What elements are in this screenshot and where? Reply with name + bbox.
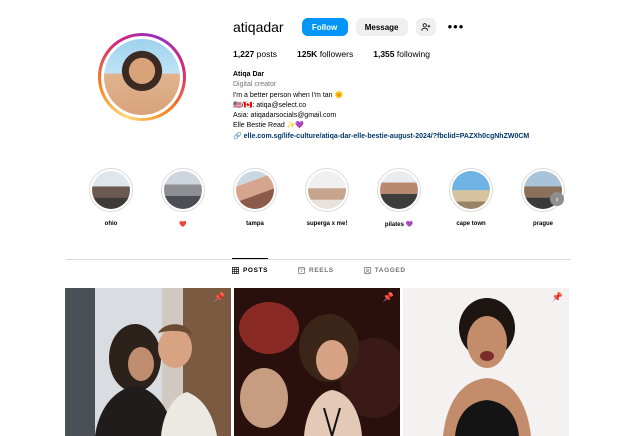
followers-count: 125K (296, 49, 318, 59)
highlight-item[interactable]: pilates 💜 (374, 168, 424, 228)
posts-label: posts (256, 49, 277, 59)
profile-header: atiqadar Follow Message ••• (233, 17, 464, 37)
suggest-people-button[interactable] (415, 18, 436, 36)
posts-count: 1,227 (233, 49, 255, 59)
post-thumbnail[interactable]: 📌 (403, 288, 569, 436)
highlight-ring (449, 168, 493, 212)
following-stat[interactable]: 1,355 following (373, 49, 430, 59)
following-label: following (396, 49, 430, 59)
category-label: Digital creator (233, 81, 277, 89)
highlight-label: superga x me! (306, 221, 348, 227)
highlight-cover (92, 171, 130, 209)
highlight-label: pilates 💜 (384, 222, 414, 228)
bio-link[interactable]: 🔗 elle.com.sg/life-culture/atiqa-dar-ell… (233, 132, 573, 142)
highlight-item[interactable]: ❤️ (158, 168, 208, 228)
pinned-icon: 📌 (382, 292, 394, 302)
tab-posts[interactable]: POSTS (232, 267, 268, 274)
highlight-cover (236, 171, 274, 209)
grid-icon (232, 267, 239, 274)
highlight-item[interactable]: ohio (86, 168, 136, 227)
follow-button[interactable]: Follow (301, 18, 348, 36)
pinned-icon: 📌 (213, 292, 225, 302)
story-highlights: ohio ❤️ tampa superga x me! pilates 💜 ca… (86, 168, 576, 232)
followers-stat[interactable]: 125K followers (297, 49, 353, 59)
tab-reels[interactable]: REELS (298, 267, 334, 274)
profile-avatar-ring[interactable] (98, 33, 186, 121)
bio-line: I'm a better person when I'm tan 🌞 (233, 91, 344, 99)
highlights-next-icon[interactable]: › (550, 192, 564, 206)
highlight-label: prague (532, 221, 553, 227)
highlight-cover (164, 171, 202, 209)
highlight-ring (89, 168, 133, 212)
highlight-ring (377, 168, 421, 212)
tab-posts-label: POSTS (243, 267, 269, 274)
tab-tagged-label: TAGGED (374, 267, 406, 274)
profile-tabs: POSTS REELS TAGGED (232, 267, 406, 274)
profile-stats: 1,227 posts 125K followers 1,355 followi… (233, 49, 430, 59)
more-options-icon[interactable]: ••• (448, 20, 465, 33)
post-image (403, 288, 569, 436)
username: atiqadar (233, 19, 284, 35)
bio-line: Asia: atiqadarsocials@gmail.com (233, 112, 337, 120)
pinned-icon: 📌 (551, 292, 563, 302)
highlight-label: tampa (246, 221, 264, 227)
highlight-label: ❤️ (179, 222, 187, 228)
message-button[interactable]: Message (355, 18, 408, 36)
followers-label: followers (319, 49, 354, 59)
highlight-item[interactable]: cape town (446, 168, 496, 227)
add-person-icon (421, 23, 430, 31)
highlight-label: ohio (104, 221, 118, 227)
highlight-label: cape town (456, 221, 486, 227)
tab-tagged[interactable]: TAGGED (363, 267, 406, 274)
full-name: Atiqa Dar (233, 71, 265, 78)
highlight-cover (452, 171, 490, 209)
highlight-item[interactable]: tampa (230, 168, 280, 227)
highlight-ring (305, 168, 349, 212)
bio-line: Elle Bestie Read ✨💜 (233, 122, 305, 130)
highlight-cover (380, 171, 418, 209)
reels-icon (298, 267, 306, 274)
post-image (65, 288, 231, 436)
post-thumbnail[interactable]: 📌 (65, 288, 231, 436)
post-image (234, 288, 400, 436)
highlight-item[interactable]: superga x me! (302, 168, 352, 227)
active-tab-indicator (232, 258, 268, 259)
tab-reels-label: REELS (309, 267, 334, 274)
post-thumbnail[interactable]: 📌 (234, 288, 400, 436)
tagged-icon (363, 267, 371, 274)
posts-stat: 1,227 posts (233, 49, 277, 59)
bio-line: 🇺🇸/🇨🇦: atiqa@select.co (233, 101, 307, 109)
posts-grid: 📌 📌 📌 (65, 288, 570, 436)
avatar-frame (101, 36, 183, 118)
profile-bio: Atiqa Dar Digital creator I'm a better p… (233, 70, 593, 142)
highlight-ring (161, 168, 205, 212)
highlight-cover (308, 171, 346, 209)
following-count: 1,355 (373, 49, 395, 59)
highlight-ring (233, 168, 277, 212)
tabs-divider (66, 259, 570, 260)
avatar[interactable] (104, 39, 180, 115)
